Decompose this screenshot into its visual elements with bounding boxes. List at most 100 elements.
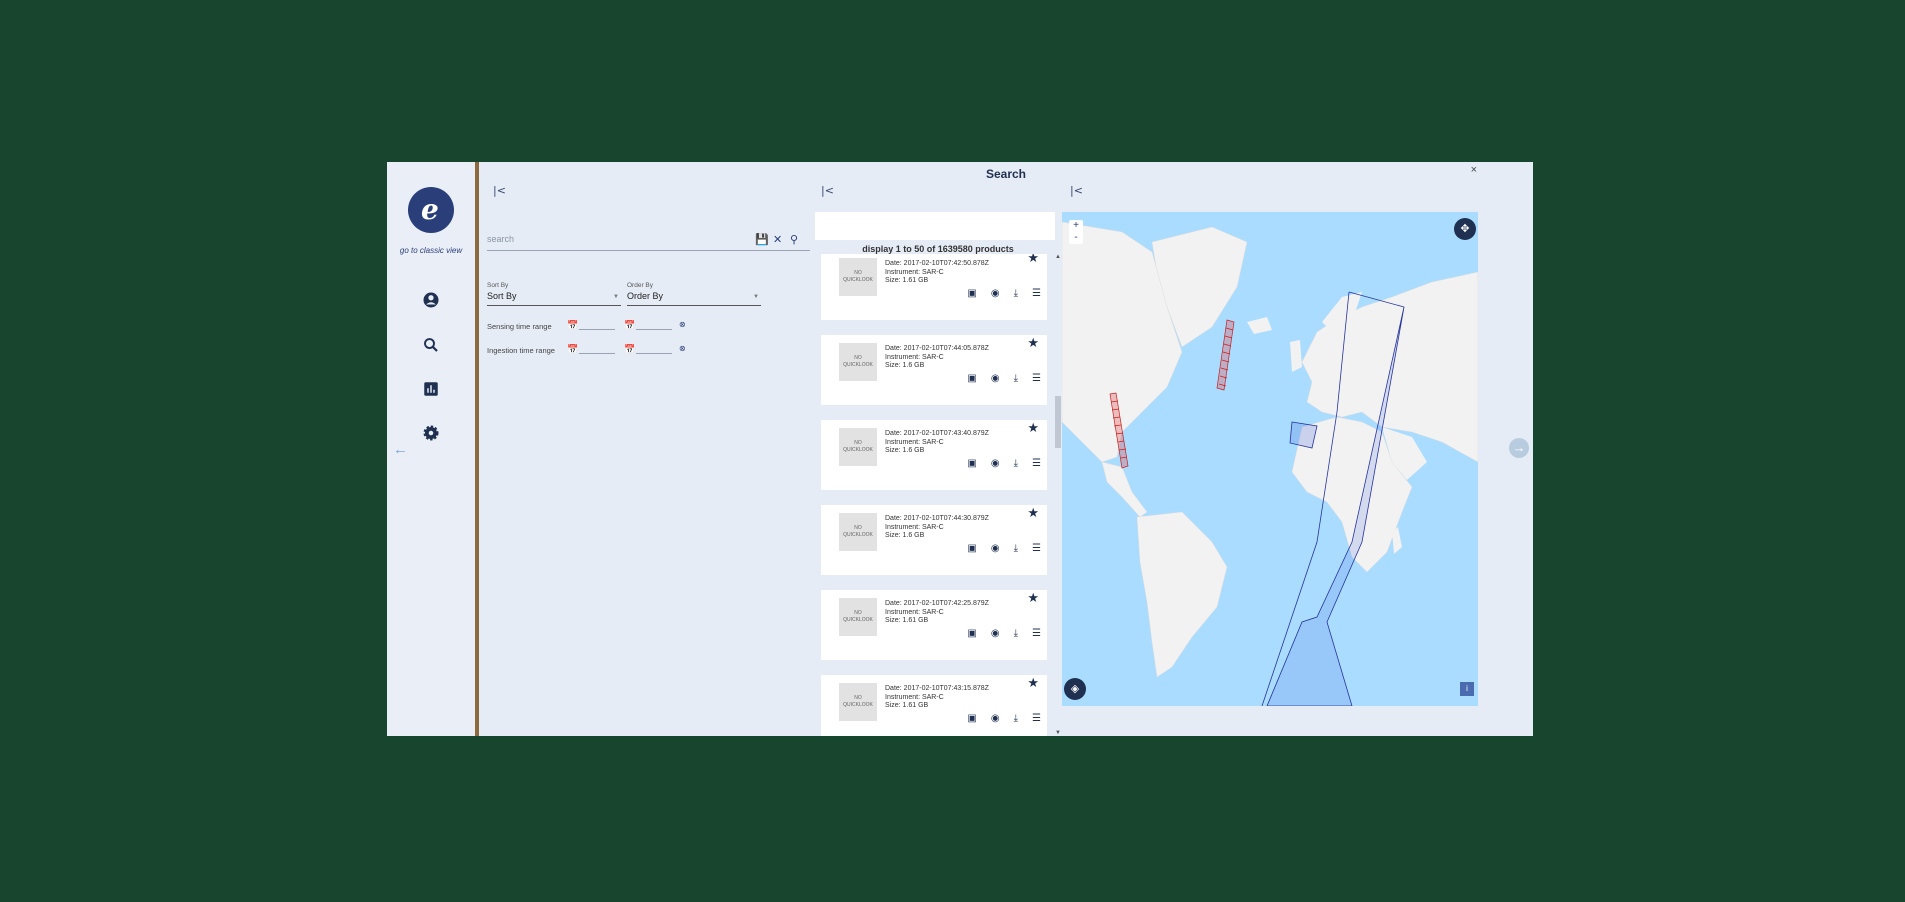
search-submit-icon[interactable]: ⚲ [790,233,798,246]
calendar-icon[interactable]: 📅 [567,344,578,355]
product-card[interactable]: NO QUICKLOOK Date: 2017-02-10T07:42:25.8… [821,590,1047,660]
calendar-icon[interactable]: 📅 [624,320,635,331]
ingestion-end-field[interactable] [636,352,672,354]
clear-range-icon[interactable]: ⊗ [679,344,686,353]
card-actions: ▣ ◉ ⤓ ☰ [967,458,1041,469]
favorite-star-icon[interactable]: ★ [1027,675,1039,691]
card-actions: ▣ ◉ ⤓ ☰ [967,628,1041,639]
results-count: display 1 to 50 of 1639580 products [862,244,1014,254]
results-list: NO QUICKLOOK Date: 2017-02-10T07:42:50.8… [815,254,1061,736]
collapse-results-icon[interactable]: |< [821,184,834,197]
download-icon[interactable]: ⤓ [1014,458,1018,469]
list-icon[interactable]: ☰ [1032,373,1041,384]
list-icon[interactable]: ☰ [1032,458,1041,469]
zoom-in-button[interactable]: + [1069,220,1083,232]
forward-arrow-icon[interactable]: → [1509,438,1529,458]
sort-by-label: Sort By [487,282,509,289]
collapse-map-icon[interactable]: |< [1070,184,1083,197]
download-icon[interactable]: ⤓ [1014,288,1018,299]
favorite-star-icon[interactable]: ★ [1027,254,1039,266]
clear-range-icon[interactable]: ⊗ [679,320,686,329]
scrollbar-thumb[interactable] [1055,396,1061,448]
quicklook-thumbnail: NO QUICKLOOK [839,258,877,296]
favorite-star-icon[interactable]: ★ [1027,590,1039,606]
image-icon[interactable]: ▣ [967,458,976,469]
search-panel: Search × |< |< |< search 💾 ✕ ⚲ Sort By S… [479,162,1533,736]
sensing-start-field[interactable] [579,328,615,330]
download-icon[interactable]: ⤓ [1014,543,1018,554]
back-arrow-icon[interactable]: ← [393,441,408,458]
card-actions: ▣ ◉ ⤓ ☰ [967,288,1041,299]
product-card[interactable]: NO QUICKLOOK Date: 2017-02-10T07:43:15.8… [821,675,1047,736]
layers-icon[interactable]: ◈ [1064,678,1086,700]
calendar-icon[interactable]: 📅 [624,344,635,355]
list-icon[interactable]: ☰ [1032,543,1041,554]
world-map [1062,221,1478,706]
save-icon[interactable]: 💾 [755,233,769,246]
list-icon[interactable]: ☰ [1032,288,1041,299]
results-header-area [815,212,1055,240]
footprint-red-1 [1216,319,1235,391]
image-icon[interactable]: ▣ [967,288,976,299]
land-madagascar [1392,527,1402,554]
order-by-select[interactable]: Order By ▼ [627,291,761,306]
eye-icon[interactable]: ◉ [991,458,1000,469]
quicklook-thumbnail: NO QUICKLOOK [839,343,877,381]
info-button[interactable]: i [1460,682,1474,696]
product-meta: Date: 2017-02-10T07:44:05.878Z Instrumen… [885,345,989,369]
close-icon[interactable]: × [1471,164,1477,176]
map-view[interactable]: + - ✥ ◈ i [1062,212,1478,706]
classic-view-link[interactable]: go to classic view [387,246,475,255]
eye-icon[interactable]: ◉ [991,288,1000,299]
quicklook-thumbnail: NO QUICKLOOK [839,428,877,466]
image-icon[interactable]: ▣ [967,543,976,554]
fullscreen-icon[interactable]: ✥ [1454,218,1476,240]
favorite-star-icon[interactable]: ★ [1027,335,1039,351]
collapse-filters-icon[interactable]: |< [493,184,506,197]
app-window: e go to classic view ← Search × |< |< |<… [387,162,1533,736]
chart-icon[interactable] [422,380,440,398]
zoom-control: + - [1069,220,1083,244]
download-icon[interactable]: ⤓ [1014,373,1018,384]
list-icon[interactable]: ☰ [1032,628,1041,639]
chevron-down-icon: ▼ [613,294,619,300]
clear-icon[interactable]: ✕ [773,233,782,246]
product-meta: Date: 2017-02-10T07:43:15.878Z Instrumen… [885,685,989,709]
settings-icon[interactable] [422,424,440,442]
sensing-end-field[interactable] [636,328,672,330]
search-icon[interactable] [422,336,440,354]
product-card[interactable]: NO QUICKLOOK Date: 2017-02-10T07:43:40.8… [821,420,1047,490]
eye-icon[interactable]: ◉ [991,713,1000,724]
sidebar: e go to classic view ← [387,162,479,736]
eye-icon[interactable]: ◉ [991,373,1000,384]
ingestion-start-field[interactable] [579,352,615,354]
product-card[interactable]: NO QUICKLOOK Date: 2017-02-10T07:44:05.8… [821,335,1047,405]
eye-icon[interactable]: ◉ [991,543,1000,554]
product-card[interactable]: NO QUICKLOOK Date: 2017-02-10T07:44:30.8… [821,505,1047,575]
calendar-icon[interactable]: 📅 [567,320,578,331]
ingestion-time-label: Ingestion time range [487,346,555,355]
card-actions: ▣ ◉ ⤓ ☰ [967,373,1041,384]
eye-icon[interactable]: ◉ [991,628,1000,639]
favorite-star-icon[interactable]: ★ [1027,420,1039,436]
product-meta: Date: 2017-02-10T07:43:40.879Z Instrumen… [885,430,989,454]
download-icon[interactable]: ⤓ [1014,713,1018,724]
image-icon[interactable]: ▣ [967,713,976,724]
account-circle-icon[interactable] [422,291,440,309]
image-icon[interactable]: ▣ [967,628,976,639]
favorite-star-icon[interactable]: ★ [1027,505,1039,521]
list-icon[interactable]: ☰ [1032,713,1041,724]
land-uk [1290,340,1302,372]
image-icon[interactable]: ▣ [967,373,976,384]
results-scrollbar[interactable]: ▲ ▼ [1055,254,1061,736]
product-card[interactable]: NO QUICKLOOK Date: 2017-02-10T07:42:50.8… [821,254,1047,320]
results-panel: display 1 to 50 of 1639580 products NO Q… [815,212,1061,736]
scroll-up-icon[interactable]: ▲ [1055,254,1061,260]
product-meta: Date: 2017-02-10T07:44:30.879Z Instrumen… [885,515,989,539]
download-icon[interactable]: ⤓ [1014,628,1018,639]
zoom-out-button[interactable]: - [1069,232,1083,244]
product-meta: Date: 2017-02-10T07:42:25.879Z Instrumen… [885,600,989,624]
card-actions: ▣ ◉ ⤓ ☰ [967,543,1041,554]
sort-by-select[interactable]: Sort By ▼ [487,291,621,306]
scroll-down-icon[interactable]: ▼ [1055,730,1061,736]
